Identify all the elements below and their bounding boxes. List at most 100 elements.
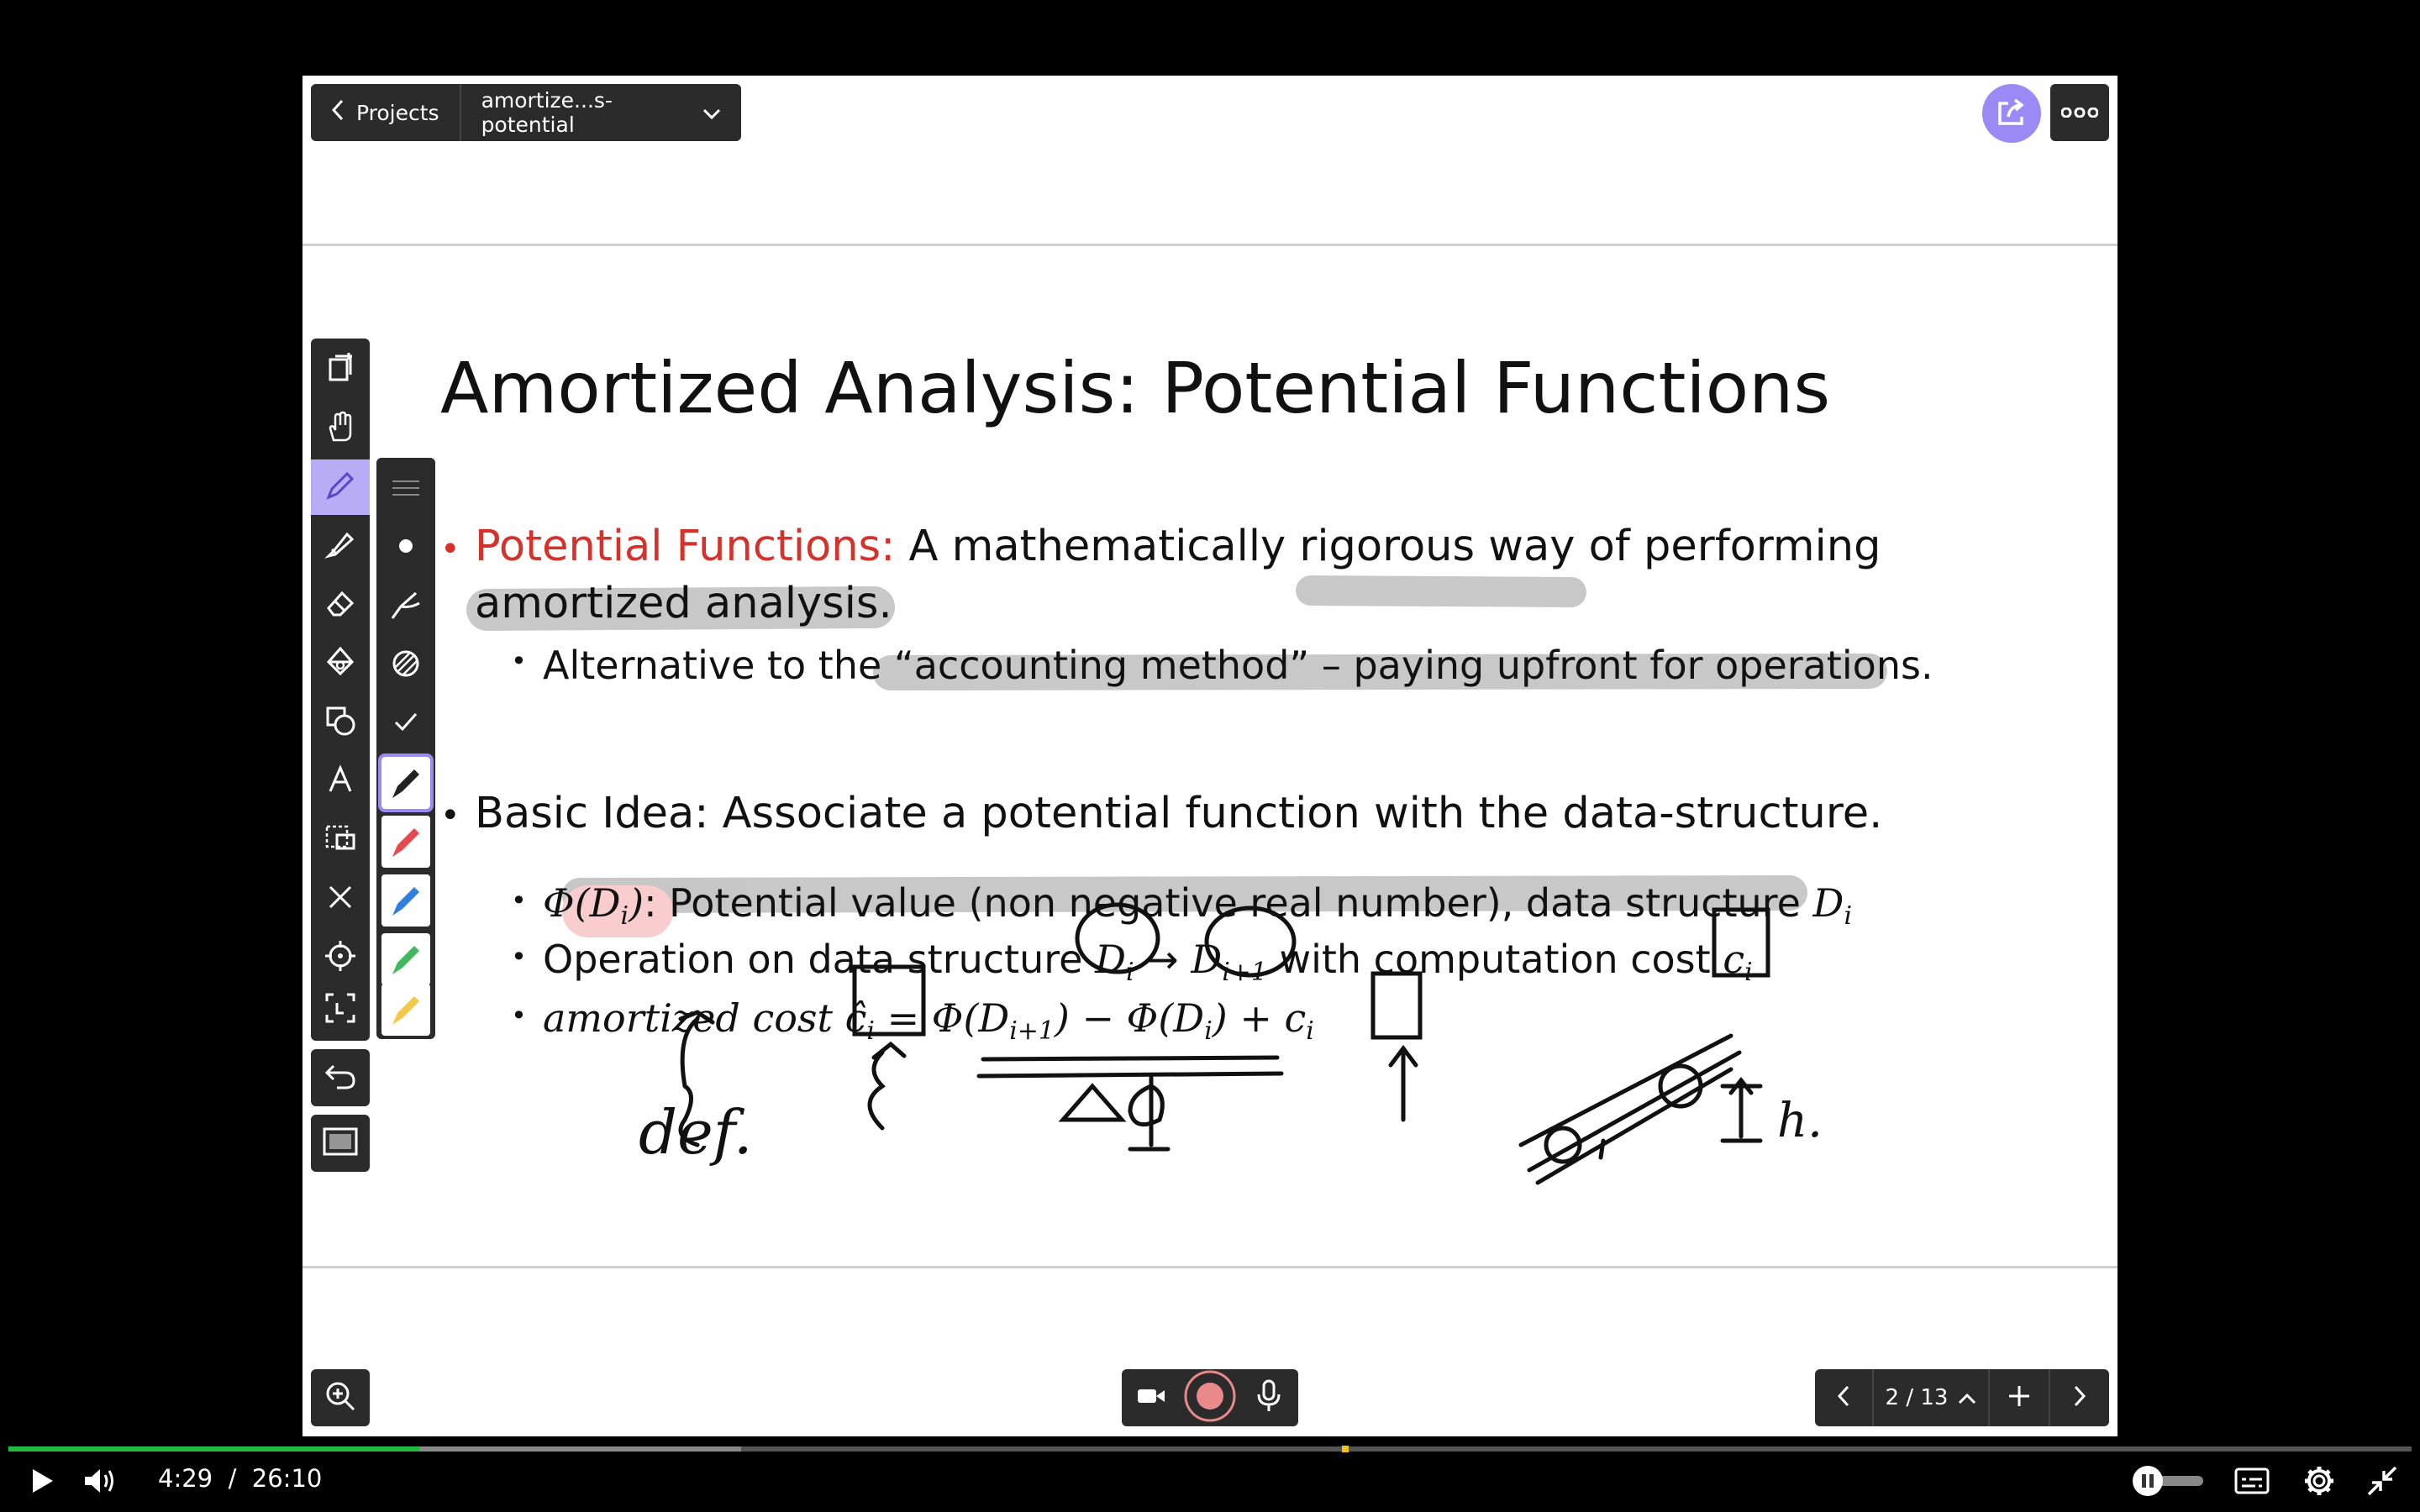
project-name-dropdown[interactable]: amortize...s-potential (459, 84, 741, 141)
play-button[interactable] (17, 1462, 67, 1504)
next-page-button[interactable] (2049, 1369, 2109, 1426)
app-window: Projects amortize...s-potential Amortize… (302, 76, 2118, 1436)
time-display: 4:29 / 26:10 (158, 1464, 322, 1493)
pen-tool[interactable] (311, 459, 370, 515)
plus-icon (2007, 1383, 2032, 1412)
recording-controls (1122, 1369, 1298, 1426)
video-camera-icon (1136, 1386, 1166, 1410)
color-yellow[interactable] (376, 982, 435, 1037)
chevron-down-icon (702, 101, 721, 125)
panel-toggle-button[interactable] (311, 1115, 370, 1172)
color-green[interactable] (376, 932, 435, 987)
captions-icon (2234, 1467, 2270, 1498)
page-add-tool[interactable] (311, 342, 370, 397)
close-tool[interactable] (311, 871, 370, 927)
record-button[interactable] (1181, 1369, 1239, 1426)
tool-palette (311, 339, 370, 1041)
pen-black-icon (378, 753, 434, 812)
fill-tool[interactable] (311, 636, 370, 691)
text-icon (324, 763, 357, 800)
page-indicator-text: 2 / 13 (1885, 1385, 1949, 1410)
pen-style-option[interactable] (376, 579, 435, 634)
fill-icon (324, 645, 357, 682)
lasso-select-tool[interactable] (311, 812, 370, 868)
microphone-icon (1256, 1379, 1281, 1416)
pen-red-icon (381, 816, 430, 868)
pen-options-palette (376, 458, 435, 1039)
crosshair-icon (324, 939, 357, 976)
highlighter-tool[interactable] (311, 518, 370, 574)
lasso-select-icon (324, 822, 357, 858)
stroke-width-option[interactable] (376, 461, 435, 517)
pen-stroke-icon (389, 588, 423, 625)
color-blue[interactable] (376, 873, 435, 928)
progress-bar[interactable] (8, 1446, 2412, 1452)
back-to-projects-button[interactable]: Projects (311, 84, 460, 141)
project-breadcrumb: Projects amortize...s-potential (311, 84, 741, 141)
color-red[interactable] (376, 814, 435, 869)
share-button[interactable] (1982, 84, 2041, 143)
autoplay-toggle[interactable] (2126, 1462, 2210, 1504)
prev-page-button[interactable] (1815, 1369, 1872, 1426)
opacity-option[interactable] (376, 638, 435, 693)
eraser-tool[interactable] (311, 577, 370, 633)
current-time: 4:29 (158, 1464, 213, 1493)
share-icon (1995, 97, 2028, 130)
pause-toggle-icon (2128, 1464, 2208, 1501)
lines-icon (389, 475, 423, 503)
crop-icon (324, 991, 357, 1028)
more-options-button[interactable] (2050, 84, 2109, 141)
zoom-button[interactable] (311, 1369, 370, 1426)
page-indicator[interactable]: 2 / 13 (1872, 1369, 1988, 1426)
exit-fullscreen-icon (2367, 1466, 2397, 1499)
color-black[interactable] (376, 753, 435, 812)
shapes-tool[interactable] (311, 695, 370, 750)
dot-icon (397, 538, 414, 558)
captions-button[interactable] (2227, 1462, 2277, 1504)
crop-tool[interactable] (311, 982, 370, 1037)
laser-pointer-tool[interactable] (311, 930, 370, 985)
annotation-h: h. (1777, 1094, 1823, 1148)
chevron-left-icon (1837, 1385, 1850, 1410)
undo-button[interactable] (311, 1049, 370, 1106)
settings-button[interactable] (2294, 1462, 2344, 1504)
zoom-in-icon (324, 1379, 357, 1416)
close-icon (324, 880, 357, 917)
chevron-right-icon (2073, 1385, 2086, 1410)
chevron-up-icon (1958, 1385, 1976, 1410)
undo-icon (324, 1059, 357, 1096)
page-add-icon (324, 351, 357, 388)
volume-icon (83, 1467, 118, 1499)
pen-green-icon (381, 933, 430, 985)
hand-tool[interactable] (311, 401, 370, 456)
panel-icon (322, 1126, 359, 1160)
dot-size-option[interactable] (376, 520, 435, 575)
highlighter-icon (324, 528, 357, 564)
exit-fullscreen-button[interactable] (2357, 1462, 2407, 1504)
pen-icon (324, 469, 357, 506)
gear-icon (2303, 1465, 2335, 1500)
project-name: amortize...s-potential (481, 88, 613, 137)
microphone-button[interactable] (1239, 1369, 1298, 1426)
pen-yellow-icon (381, 984, 430, 1036)
chevron-left-icon (331, 99, 345, 126)
confirm-option[interactable] (376, 696, 435, 752)
slide-canvas[interactable]: Amortized Analysis: Potential Functions … (302, 244, 2118, 1268)
volume-button[interactable] (76, 1462, 126, 1504)
pen-blue-icon (381, 874, 430, 927)
back-label: Projects (356, 100, 439, 125)
ellipsis-icon (2060, 105, 2099, 121)
annotation-def: def. (639, 1097, 753, 1168)
page-navigation: 2 / 13 (1815, 1369, 2109, 1426)
eraser-icon (324, 586, 357, 623)
duration: 26:10 (251, 1464, 323, 1493)
add-page-button[interactable] (1988, 1369, 2049, 1426)
shapes-icon (324, 704, 357, 741)
time-separator: / (228, 1464, 237, 1493)
chapter-marker (1342, 1446, 1349, 1452)
play-icon (29, 1467, 55, 1498)
opacity-icon (389, 647, 423, 684)
camera-button[interactable] (1122, 1369, 1181, 1426)
checkmark-icon (389, 706, 423, 743)
text-tool[interactable] (311, 753, 370, 809)
